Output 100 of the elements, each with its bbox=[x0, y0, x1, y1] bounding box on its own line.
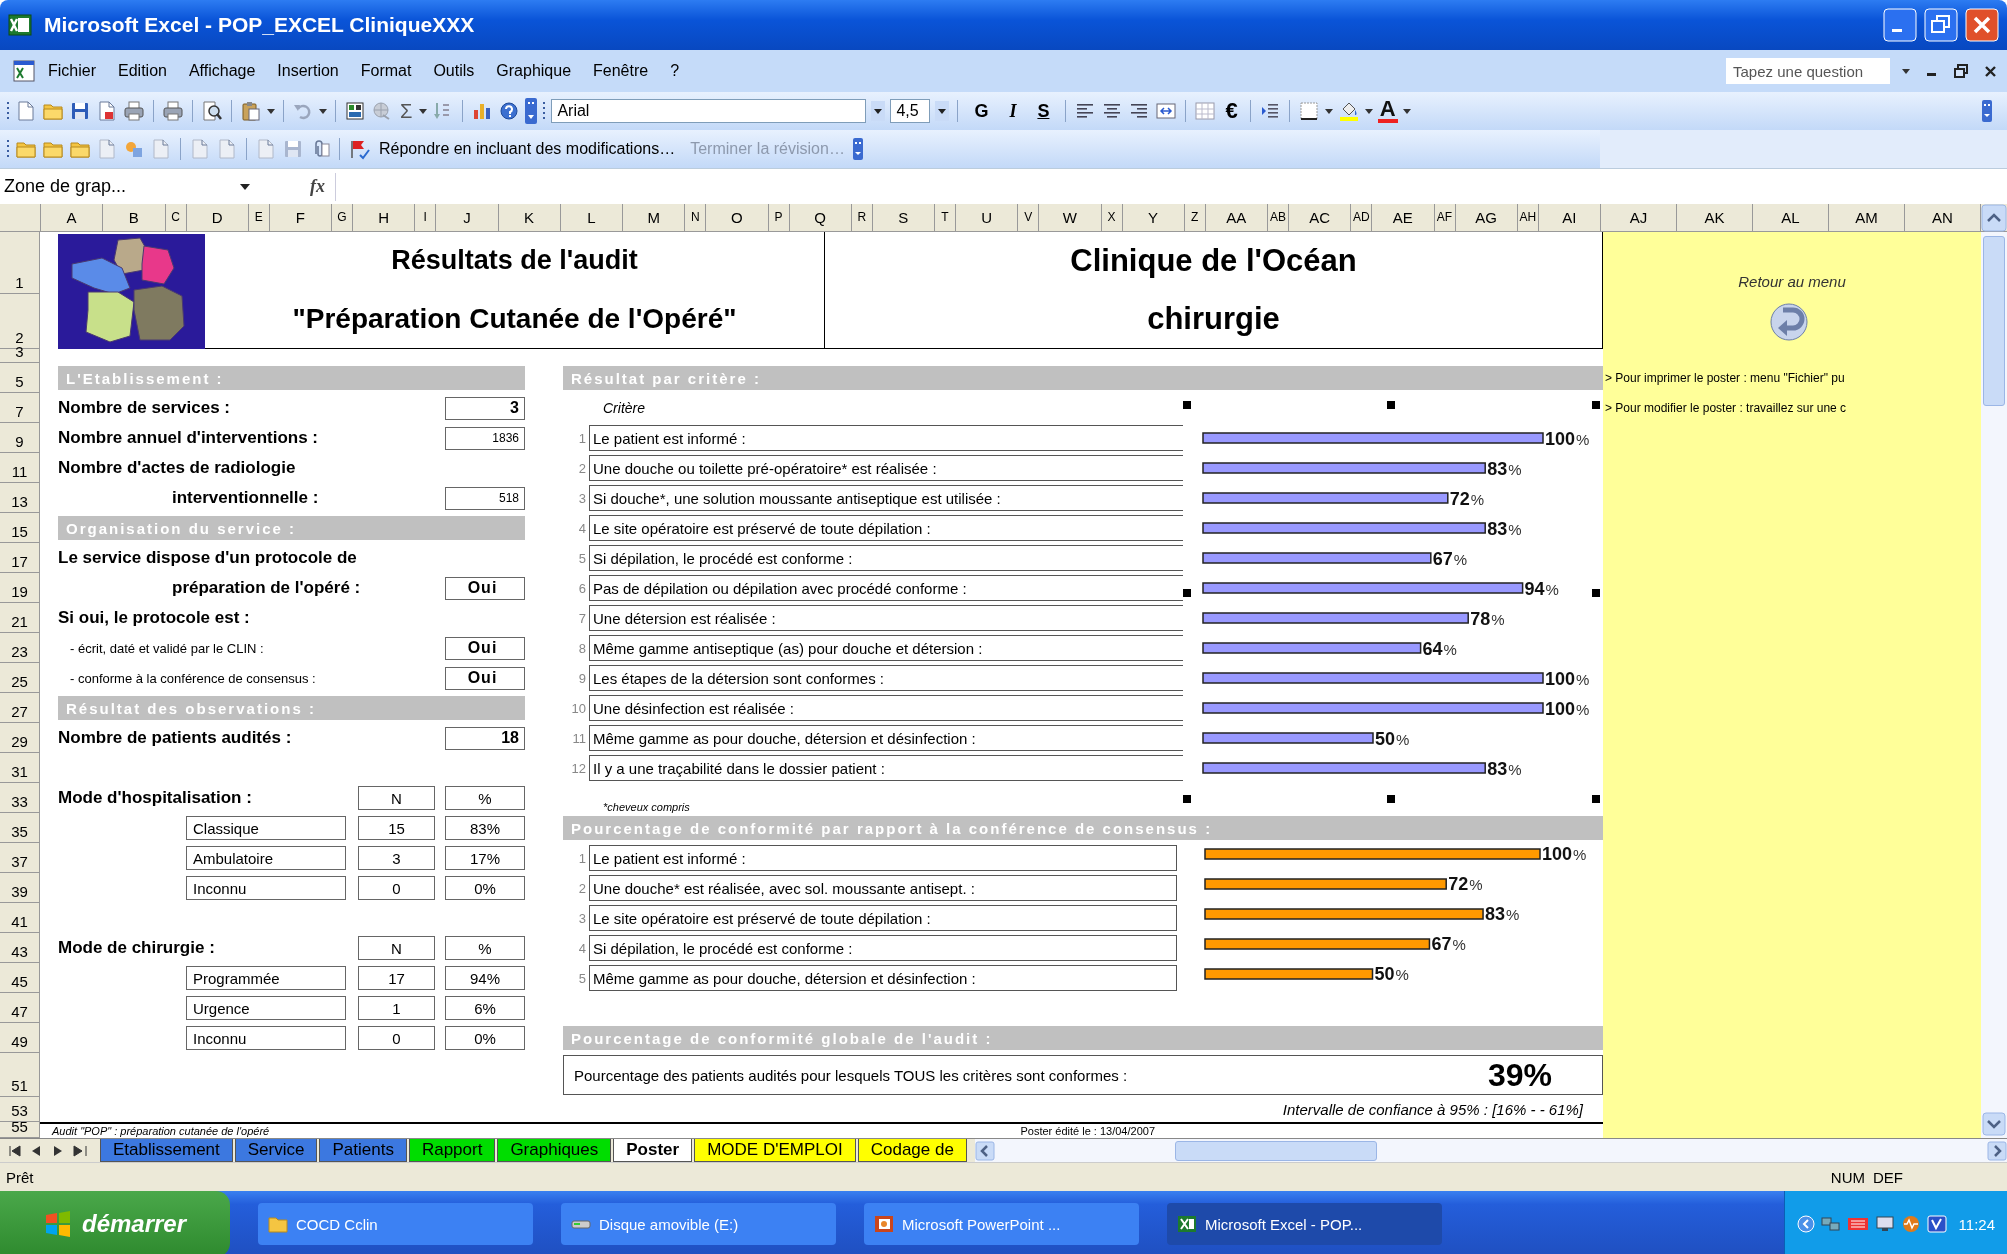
column-header[interactable]: N bbox=[685, 204, 707, 231]
row-header[interactable]: 15 bbox=[0, 513, 40, 543]
font-field[interactable]: Arial bbox=[551, 99, 867, 123]
sound-wave-icon[interactable] bbox=[1900, 1215, 1921, 1233]
caret-icon[interactable] bbox=[1902, 68, 1910, 74]
sheet-tab[interactable]: Rapport bbox=[408, 1139, 496, 1162]
column-header[interactable]: AB bbox=[1268, 204, 1289, 231]
column-header[interactable]: AD bbox=[1351, 204, 1373, 231]
column-header[interactable]: AK bbox=[1677, 204, 1753, 231]
row-header[interactable]: 49 bbox=[0, 1023, 40, 1053]
sheet-tab[interactable]: Etablissement bbox=[100, 1139, 233, 1162]
scroll-thumb[interactable] bbox=[1174, 1140, 1377, 1161]
row-header[interactable]: 41 bbox=[0, 903, 40, 933]
caret-icon[interactable] bbox=[240, 183, 250, 190]
sheet-tab[interactable]: Codage de bbox=[857, 1139, 967, 1162]
menu-item[interactable]: Outils bbox=[423, 58, 485, 84]
caret-icon[interactable] bbox=[419, 108, 428, 114]
selection-handle[interactable] bbox=[1387, 401, 1395, 409]
row-header[interactable]: 5 bbox=[0, 363, 40, 393]
menu-item[interactable]: Fenêtre bbox=[583, 58, 659, 84]
taskbar-button[interactable]: Disque amovible (E:) bbox=[561, 1203, 836, 1245]
clipboard-icon[interactable] bbox=[240, 100, 262, 122]
column-header[interactable]: J bbox=[436, 204, 499, 231]
horizontal-scrollbar[interactable] bbox=[974, 1139, 2007, 1162]
reply-with-changes-button[interactable]: Répondre en incluant des modifications… bbox=[379, 140, 676, 158]
column-header[interactable]: Q bbox=[789, 204, 852, 231]
toolbar-grip[interactable] bbox=[6, 138, 10, 160]
column-header[interactable]: AG bbox=[1455, 204, 1518, 231]
printer-icon[interactable] bbox=[123, 100, 145, 122]
font-color-button[interactable]: A bbox=[1377, 99, 1398, 123]
minimize-button[interactable] bbox=[1883, 8, 1917, 42]
sheet-tab[interactable]: Poster bbox=[613, 1139, 693, 1162]
scroll-right-button[interactable] bbox=[1987, 1140, 2007, 1161]
column-header[interactable]: M bbox=[623, 204, 686, 231]
column-header[interactable]: AJ bbox=[1601, 204, 1677, 231]
borders-icon[interactable] bbox=[1297, 100, 1320, 122]
start-button[interactable]: démarrer bbox=[0, 1191, 230, 1254]
selection-handle[interactable] bbox=[1592, 401, 1600, 409]
column-header[interactable]: R bbox=[851, 204, 873, 231]
column-header[interactable]: AM bbox=[1829, 204, 1905, 231]
menu-item[interactable]: Affichage bbox=[178, 58, 266, 84]
column-header[interactable]: Z bbox=[1184, 204, 1206, 231]
question-field[interactable]: Tapez une question bbox=[1726, 58, 1890, 84]
column-header[interactable]: I bbox=[415, 204, 437, 231]
row-header[interactable]: 7 bbox=[0, 393, 40, 423]
taskbar-button[interactable]: Microsoft PowerPoint ... bbox=[864, 1203, 1139, 1245]
insert-function-button[interactable]: fx bbox=[310, 176, 325, 197]
toolbar-grip[interactable] bbox=[6, 100, 10, 122]
row-header[interactable]: 37 bbox=[0, 843, 40, 873]
text-style-button[interactable]: I bbox=[1001, 100, 1025, 122]
toolbar-grip[interactable] bbox=[542, 100, 547, 122]
menu-item[interactable]: Insertion bbox=[267, 58, 349, 84]
column-header[interactable]: AH bbox=[1517, 204, 1539, 231]
column-header[interactable]: H bbox=[353, 204, 416, 231]
row-header[interactable]: 43 bbox=[0, 933, 40, 963]
row-header[interactable]: 33 bbox=[0, 783, 40, 813]
column-header[interactable]: V bbox=[1018, 204, 1040, 231]
selection-handle[interactable] bbox=[1183, 795, 1191, 803]
column-header[interactable]: D bbox=[186, 204, 249, 231]
scroll-left-button[interactable] bbox=[974, 1140, 995, 1161]
column-header[interactable]: AC bbox=[1289, 204, 1352, 231]
column-header[interactable]: W bbox=[1039, 204, 1102, 231]
taskbar-button[interactable]: COCD Cclin bbox=[258, 1203, 533, 1245]
menu-item[interactable]: Graphique bbox=[486, 58, 582, 84]
column-header[interactable]: A bbox=[41, 204, 104, 231]
caret-icon[interactable] bbox=[1402, 108, 1411, 114]
sheet-tab[interactable]: Patients bbox=[319, 1139, 407, 1162]
vertical-scrollbar[interactable] bbox=[1981, 232, 2007, 1138]
row-header[interactable]: 29 bbox=[0, 723, 40, 753]
row-header[interactable]: 3 bbox=[0, 349, 40, 363]
close-icon[interactable] bbox=[1984, 64, 1997, 78]
restore-button[interactable] bbox=[1924, 8, 1958, 42]
column-header[interactable]: E bbox=[248, 204, 270, 231]
scroll-down-button[interactable] bbox=[1982, 1112, 2006, 1136]
row-header[interactable]: 47 bbox=[0, 993, 40, 1023]
menu-item[interactable]: ? bbox=[660, 58, 690, 84]
caret-icon[interactable] bbox=[267, 108, 275, 114]
row-header[interactable]: 27 bbox=[0, 693, 40, 723]
column-header[interactable]: L bbox=[560, 204, 623, 231]
taskbar-button[interactable]: Microsoft Excel - POP... bbox=[1167, 1203, 1442, 1245]
row-header[interactable]: 25 bbox=[0, 663, 40, 693]
column-header[interactable]: G bbox=[332, 204, 353, 231]
menu-item[interactable]: Fichier bbox=[38, 58, 106, 84]
scroll-up-button[interactable] bbox=[1981, 204, 2007, 232]
column-header[interactable]: O bbox=[706, 204, 769, 231]
row-header[interactable]: 45 bbox=[0, 963, 40, 993]
selection-handle[interactable] bbox=[1183, 589, 1191, 597]
row-header[interactable]: 21 bbox=[0, 603, 40, 633]
restore-icon[interactable] bbox=[1954, 64, 1968, 78]
document-icon[interactable] bbox=[96, 100, 118, 122]
magnifier-icon[interactable] bbox=[201, 100, 223, 122]
column-header[interactable]: S bbox=[872, 204, 935, 231]
sheet-tab[interactable]: Service bbox=[234, 1139, 318, 1162]
column-header[interactable]: X bbox=[1101, 204, 1123, 231]
row-header[interactable]: 17 bbox=[0, 543, 40, 573]
column-header[interactable]: AF bbox=[1434, 204, 1456, 231]
sheet-tab[interactable]: MODE D'EMPLOI bbox=[694, 1139, 856, 1162]
column-header[interactable]: F bbox=[269, 204, 332, 231]
selection-handle[interactable] bbox=[1183, 401, 1191, 409]
column-header[interactable]: Y bbox=[1122, 204, 1185, 231]
